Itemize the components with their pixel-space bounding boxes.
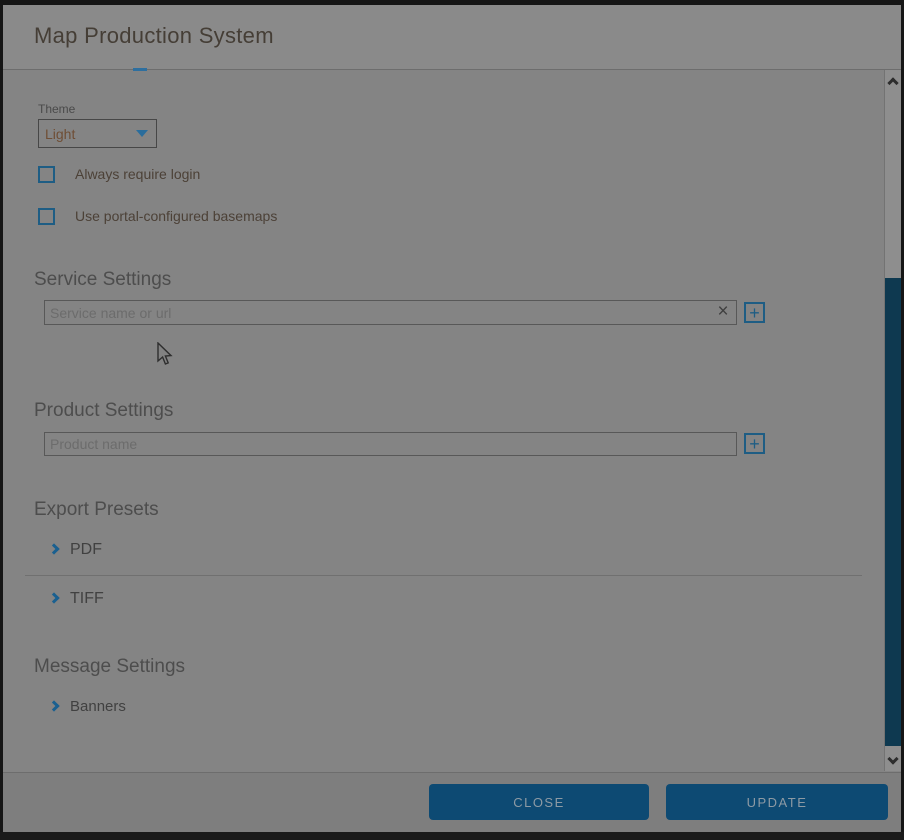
add-product-button[interactable]: + [744,433,765,454]
row-divider [25,575,862,576]
export-preset-tiff[interactable]: TIFF [70,590,104,608]
theme-dropdown[interactable]: Light [38,119,157,148]
clear-icon[interactable]: × [712,301,734,323]
chevron-down-icon [136,130,148,137]
plus-icon: + [749,436,760,452]
always-require-login-label: Always require login [75,166,200,182]
message-settings-heading: Message Settings [34,656,185,678]
service-name-input[interactable] [44,300,737,325]
theme-selected-value: Light [45,126,136,142]
always-require-login-checkbox[interactable] [38,166,55,183]
service-settings-heading: Service Settings [34,269,171,291]
add-service-button[interactable]: + [744,302,765,323]
update-button[interactable]: UPDATE [666,784,888,820]
portal-basemaps-checkbox[interactable] [38,208,55,225]
window-bottom-edge [0,832,904,840]
close-button[interactable]: CLOSE [429,784,649,820]
export-preset-pdf[interactable]: PDF [70,541,102,559]
plus-icon: + [749,305,760,321]
portal-basemaps-label: Use portal-configured basemaps [75,208,277,224]
scrolled-element-sliver [133,68,147,71]
mouse-cursor-icon [156,342,174,368]
dialog-title: Map Production System [34,23,274,49]
product-name-input[interactable] [44,432,737,456]
export-presets-heading: Export Presets [34,499,159,521]
theme-label: Theme [38,102,75,116]
product-settings-heading: Product Settings [34,400,173,422]
message-setting-banners[interactable]: Banners [70,698,126,715]
scrollbar-thumb[interactable] [885,278,901,746]
